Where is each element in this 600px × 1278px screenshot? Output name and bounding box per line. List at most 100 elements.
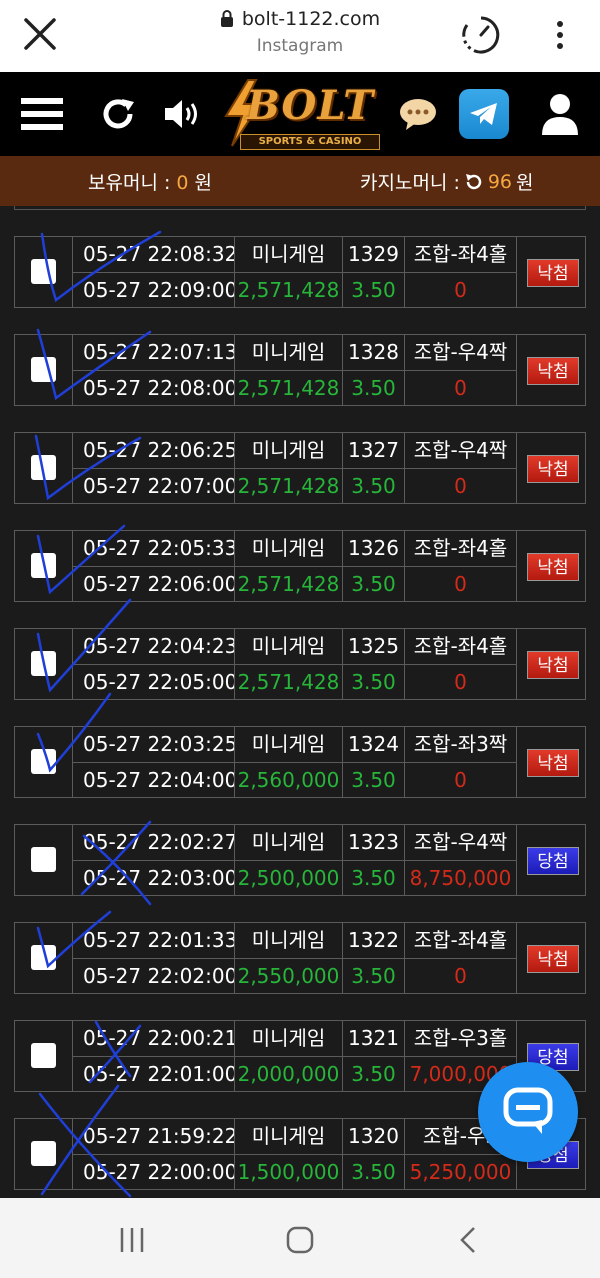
select-checkbox[interactable] <box>31 1141 56 1166</box>
timer-icon[interactable] <box>460 14 502 56</box>
bet-amount: 2,571,428 <box>235 468 343 503</box>
back-icon[interactable] <box>448 1220 488 1260</box>
close-icon[interactable] <box>22 16 58 52</box>
bet-amount: 2,560,000 <box>235 762 343 797</box>
select-checkbox[interactable] <box>31 259 56 284</box>
status-badge[interactable]: 낙첨 <box>527 749 579 777</box>
status-cell: 낙첨 <box>517 335 585 405</box>
bet-row: 05-27 22:02:27 미니게임 1323 조합-우4짝 05-27 22:03:… <box>14 824 586 896</box>
live-chat-icon[interactable] <box>478 1062 578 1162</box>
bet-amount: 2,000,000 <box>235 1056 343 1091</box>
browser-top-bar: bolt-1122.com Instagram <box>0 0 600 72</box>
bet-odds: 3.50 <box>343 860 405 895</box>
hamburger-menu-icon[interactable] <box>18 72 66 156</box>
round-number: 1328 <box>343 335 405 370</box>
site-header: BOLT SPORTS & CASINO <box>0 72 600 156</box>
select-checkbox[interactable] <box>31 651 56 676</box>
bet-pick: 조합-좌4홀 <box>405 923 517 958</box>
payout: 0 <box>405 762 517 797</box>
status-badge[interactable]: 낙첨 <box>527 651 579 679</box>
result-time: 05-27 22:03:00 <box>73 860 235 895</box>
payout: 8,750,000 <box>405 860 517 895</box>
bet-odds: 3.50 <box>343 272 405 307</box>
kebab-menu-icon[interactable] <box>550 18 570 52</box>
bet-pick: 조합-우4짝 <box>405 433 517 468</box>
status-badge[interactable]: 당첨 <box>527 847 579 875</box>
bet-odds: 3.50 <box>343 566 405 601</box>
result-time: 05-27 22:07:00 <box>73 468 235 503</box>
select-checkbox[interactable] <box>31 357 56 382</box>
result-time: 05-27 22:05:00 <box>73 664 235 699</box>
bet-amount: 2,500,000 <box>235 860 343 895</box>
bet-amount: 2,571,428 <box>235 664 343 699</box>
bet-odds: 3.50 <box>343 1056 405 1091</box>
payout: 0 <box>405 664 517 699</box>
select-checkbox[interactable] <box>31 1043 56 1068</box>
user-icon[interactable] <box>538 72 582 156</box>
address-area[interactable]: bolt-1122.com Instagram <box>150 8 450 56</box>
game-name: 미니게임 <box>235 237 343 272</box>
casino-label: 카지노머니 : <box>360 172 460 194</box>
bet-odds: 3.50 <box>343 664 405 699</box>
result-time: 05-27 22:02:00 <box>73 958 235 993</box>
status-badge[interactable]: 낙첨 <box>527 455 579 483</box>
refresh-icon[interactable] <box>96 72 140 156</box>
money-label: 보유머니 : <box>88 172 177 194</box>
select-cell <box>15 335 73 405</box>
status-cell: 당첨 <box>517 825 585 895</box>
bet-amount: 2,571,428 <box>235 370 343 405</box>
bet-pick: 조합-좌4홀 <box>405 531 517 566</box>
recents-icon[interactable] <box>112 1220 152 1260</box>
game-name: 미니게임 <box>235 629 343 664</box>
refresh-icon[interactable] <box>464 172 484 192</box>
logo-subtitle: SPORTS & CASINO <box>240 134 380 150</box>
select-checkbox[interactable] <box>31 749 56 774</box>
game-name: 미니게임 <box>235 335 343 370</box>
result-time: 05-27 22:06:00 <box>73 566 235 601</box>
bet-pick: 조합-좌4홀 <box>405 237 517 272</box>
status-badge[interactable]: 낙첨 <box>527 945 579 973</box>
select-cell <box>15 629 73 699</box>
balance-bar: 보유머니 : 0 원 카지노머니 : 96 원 <box>0 156 600 206</box>
site-logo[interactable]: BOLT SPORTS & CASINO <box>218 78 384 150</box>
bet-odds: 3.50 <box>343 370 405 405</box>
select-cell <box>15 825 73 895</box>
bet-row: 05-27 22:01:33 미니게임 1322 조합-좌4홀 05-27 22:02:… <box>14 922 586 994</box>
bet-time: 05-27 22:04:23 <box>73 629 235 664</box>
select-checkbox[interactable] <box>31 553 56 578</box>
round-number: 1327 <box>343 433 405 468</box>
status-badge[interactable]: 낙첨 <box>527 357 579 385</box>
select-cell <box>15 923 73 993</box>
round-number: 1321 <box>343 1021 405 1056</box>
status-badge[interactable]: 낙첨 <box>527 553 579 581</box>
home-icon[interactable] <box>280 1220 320 1260</box>
telegram-icon[interactable] <box>458 72 510 156</box>
previous-row-edge <box>14 206 586 210</box>
source-app-label: Instagram <box>256 36 344 56</box>
android-nav-bar <box>0 1198 600 1278</box>
game-name: 미니게임 <box>235 923 343 958</box>
chat-bubble-icon[interactable] <box>396 72 440 156</box>
bet-amount: 1,500,000 <box>235 1154 343 1189</box>
bet-row: 05-27 22:05:33 미니게임 1326 조합-좌4홀 05-27 22:06:… <box>14 530 586 602</box>
result-time: 05-27 22:08:00 <box>73 370 235 405</box>
select-checkbox[interactable] <box>31 455 56 480</box>
select-cell <box>15 727 73 797</box>
bet-row: 05-27 22:04:23 미니게임 1325 조합-좌4홀 05-27 22:05:… <box>14 628 586 700</box>
payout: 0 <box>405 958 517 993</box>
logo-text: BOLT <box>246 82 375 129</box>
bet-time: 05-27 22:05:33 <box>73 531 235 566</box>
bet-time: 05-27 22:08:32 <box>73 237 235 272</box>
bet-pick: 조합-좌4홀 <box>405 629 517 664</box>
bet-pick: 조합-우4짝 <box>405 825 517 860</box>
status-cell: 낙첨 <box>517 433 585 503</box>
speaker-icon[interactable] <box>160 72 206 156</box>
bet-time: 05-27 22:07:13 <box>73 335 235 370</box>
bet-amount: 2,550,000 <box>235 958 343 993</box>
select-checkbox[interactable] <box>31 945 56 970</box>
select-checkbox[interactable] <box>31 847 56 872</box>
result-time: 05-27 22:04:00 <box>73 762 235 797</box>
status-badge[interactable]: 낙첨 <box>527 259 579 287</box>
casino-unit: 원 <box>516 172 534 194</box>
status-cell: 낙첨 <box>517 531 585 601</box>
